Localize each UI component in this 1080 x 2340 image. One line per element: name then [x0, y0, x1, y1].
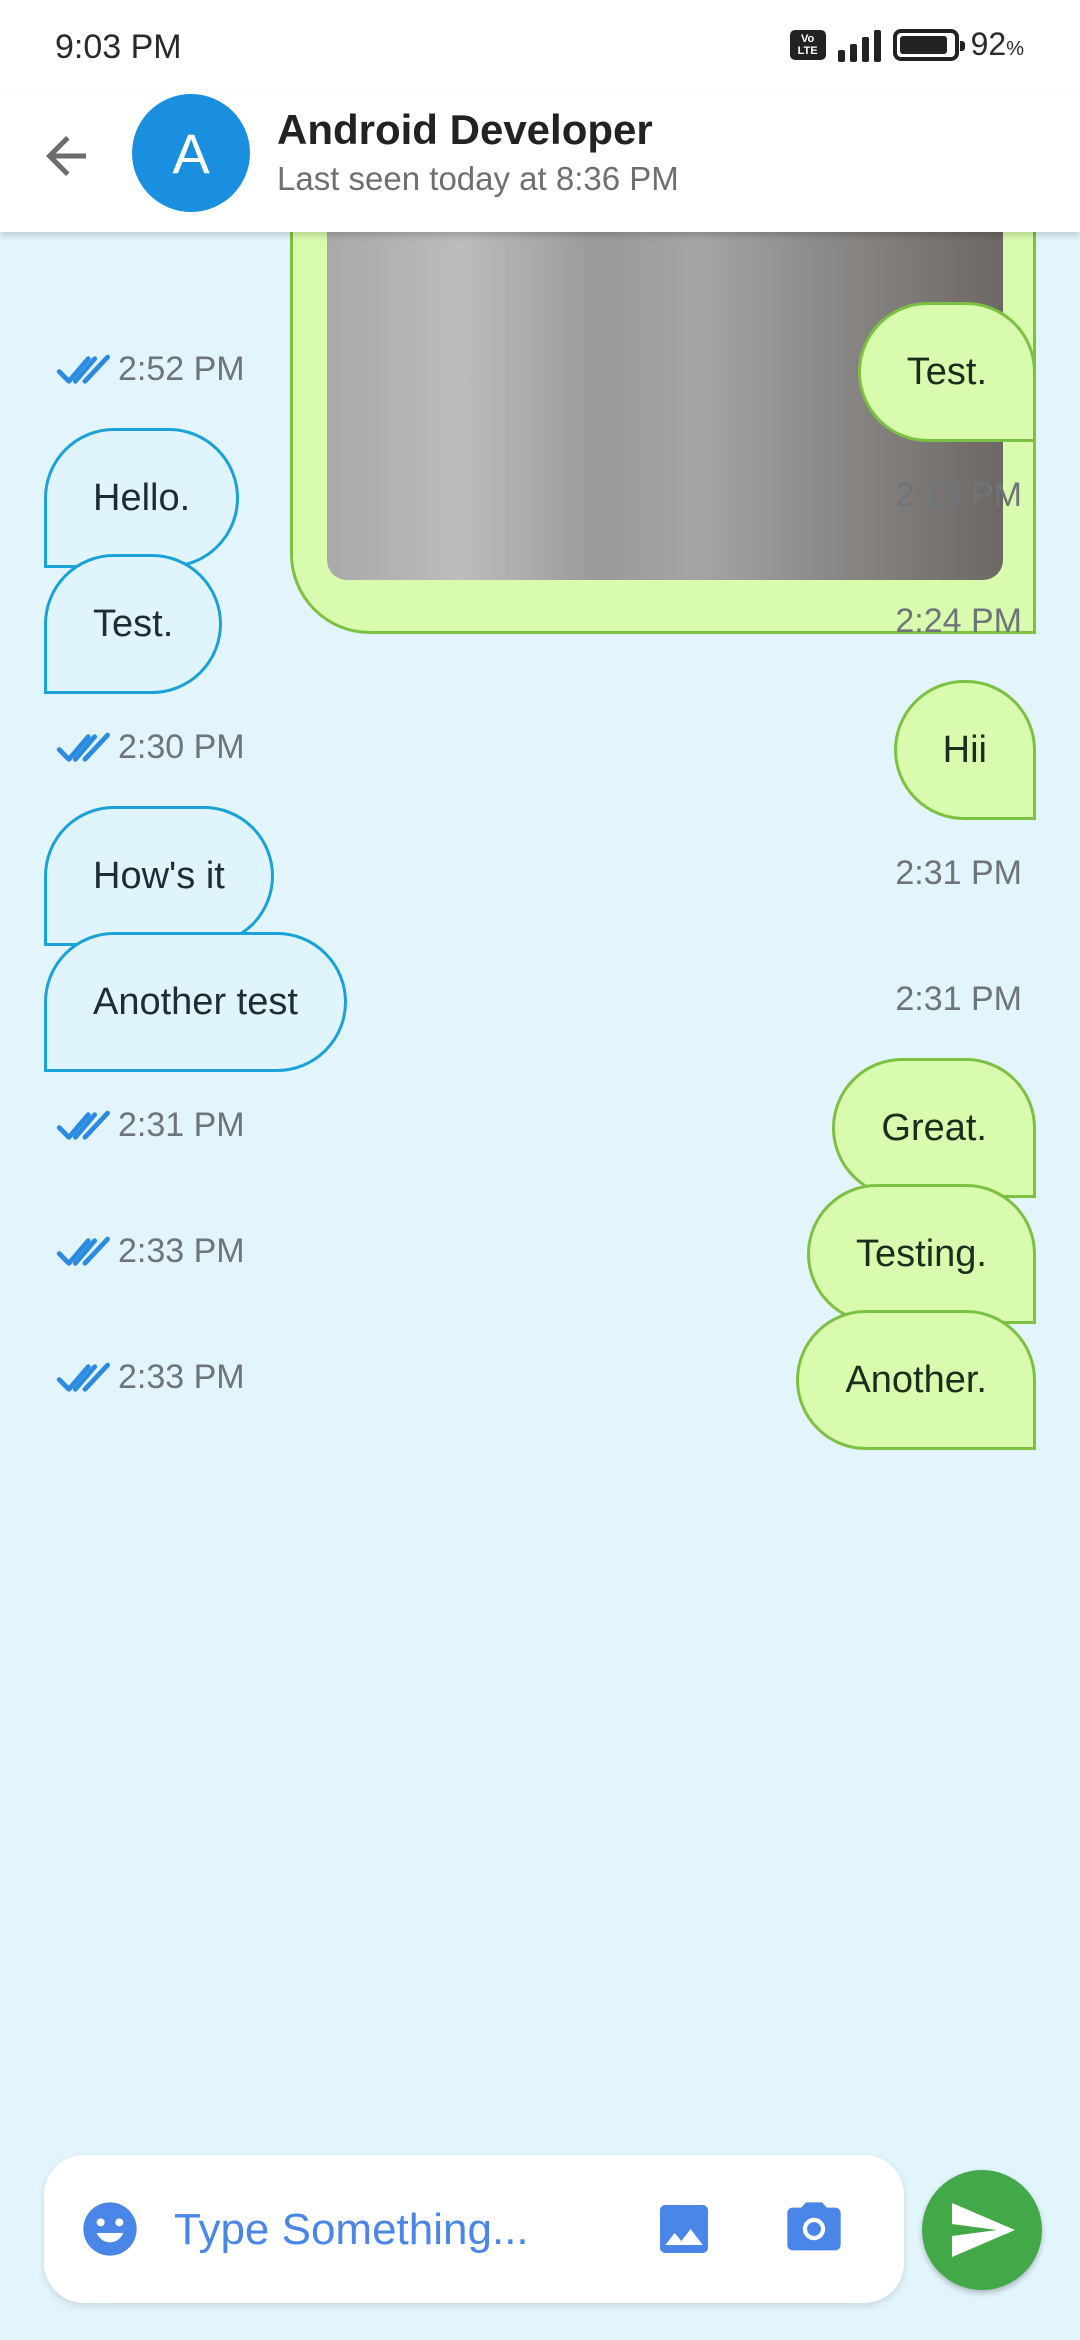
message-time: 2:24 PM	[895, 602, 1022, 640]
camera-button[interactable]	[782, 2197, 846, 2261]
message-time: 2:31 PM	[895, 854, 1022, 892]
message-meta: 2:33 PM	[56, 1358, 245, 1397]
message-input[interactable]	[174, 2195, 554, 2265]
message-row: Another test 2:31 PM	[0, 932, 1080, 1072]
image-icon	[660, 2205, 708, 2253]
message-meta: 2:31 PM	[895, 980, 1022, 1019]
message-text: Test.	[906, 350, 987, 393]
outgoing-message-bubble[interactable]: Hii	[893, 680, 1036, 820]
incoming-message-bubble[interactable]: Hello.	[44, 428, 240, 568]
emoji-icon	[83, 2202, 137, 2256]
incoming-message-bubble[interactable]: Test.	[44, 554, 223, 694]
message-row: Test. 2:52 PM	[0, 302, 1080, 442]
message-meta: 2:24 PM	[895, 602, 1022, 641]
message-text: Testing.	[856, 1232, 987, 1275]
message-time: 2:13 PM	[895, 476, 1022, 514]
avatar[interactable]: A	[132, 94, 250, 212]
double-check-icon	[56, 354, 110, 384]
message-row: Testing. 2:33 PM	[0, 1184, 1080, 1324]
double-check-icon	[56, 1110, 110, 1140]
message-text: Hii	[942, 728, 987, 771]
message-text: Test.	[93, 602, 174, 645]
signal-icon	[837, 28, 881, 62]
outgoing-message-bubble[interactable]: Testing.	[807, 1184, 1036, 1324]
incoming-message-bubble[interactable]: How's it	[44, 806, 274, 946]
battery-percent: 92%	[970, 26, 1024, 62]
message-meta: 2:31 PM	[895, 854, 1022, 893]
outgoing-message-bubble[interactable]: Great.	[832, 1058, 1036, 1198]
message-row: Great. 2:31 PM	[0, 1058, 1080, 1198]
message-time: 2:30 PM	[118, 728, 245, 766]
volte-icon: Vo LTE	[789, 29, 826, 60]
status-icons: Vo LTE 92%	[789, 26, 1024, 63]
outgoing-message-bubble[interactable]: Test.	[857, 302, 1036, 442]
message-meta: 2:33 PM	[56, 1232, 245, 1271]
message-composer	[44, 2155, 904, 2303]
last-seen-status: Last seen today at 8:36 PM	[277, 160, 679, 197]
incoming-message-bubble[interactable]: Another test	[44, 932, 347, 1072]
message-text: Great.	[881, 1106, 987, 1149]
message-row: How's it 2:31 PM	[0, 806, 1080, 946]
message-list[interactable]: Test. 2:52 PM Hello. 2:13 PM Test. 2:24 PM Hii…	[0, 212, 1080, 2132]
emoji-button[interactable]	[78, 2197, 142, 2261]
send-button[interactable]	[922, 2170, 1042, 2290]
message-time: 2:33 PM	[118, 1232, 245, 1270]
message-text: Hello.	[93, 476, 191, 519]
double-check-icon	[56, 1362, 110, 1392]
double-check-icon	[56, 1236, 110, 1266]
message-text: How's it	[93, 854, 225, 897]
message-text: Another test	[93, 980, 298, 1023]
message-time: 2:31 PM	[895, 980, 1022, 1018]
back-button[interactable]	[36, 126, 96, 186]
message-meta: 2:52 PM	[56, 350, 245, 389]
gallery-button[interactable]	[652, 2197, 716, 2261]
send-icon	[952, 2203, 1015, 2257]
message-row: Hii 2:30 PM	[0, 680, 1080, 820]
message-text: Another.	[845, 1358, 987, 1401]
status-time: 9:03 PM	[55, 28, 182, 66]
arrow-back-icon	[46, 136, 86, 176]
message-meta: 2:13 PM	[895, 476, 1022, 515]
message-meta: 2:31 PM	[56, 1106, 245, 1145]
message-row: Hello. 2:13 PM	[0, 428, 1080, 568]
message-time: 2:31 PM	[118, 1106, 245, 1144]
message-row: Test. 2:24 PM	[0, 554, 1080, 694]
outgoing-message-bubble[interactable]: Another.	[796, 1310, 1036, 1450]
battery-icon	[892, 28, 965, 61]
contact-name[interactable]: Android Developer	[277, 106, 653, 154]
double-check-icon	[56, 732, 110, 762]
message-meta: 2:30 PM	[56, 728, 245, 767]
status-bar: 9:03 PM Vo LTE 92%	[0, 0, 1080, 90]
camera-icon	[787, 2202, 841, 2251]
message-row: Another. 2:33 PM	[0, 1310, 1080, 1450]
message-time: 2:52 PM	[118, 350, 245, 388]
chat-header: A Android Developer Last seen today at 8…	[0, 90, 1080, 232]
message-time: 2:33 PM	[118, 1358, 245, 1396]
